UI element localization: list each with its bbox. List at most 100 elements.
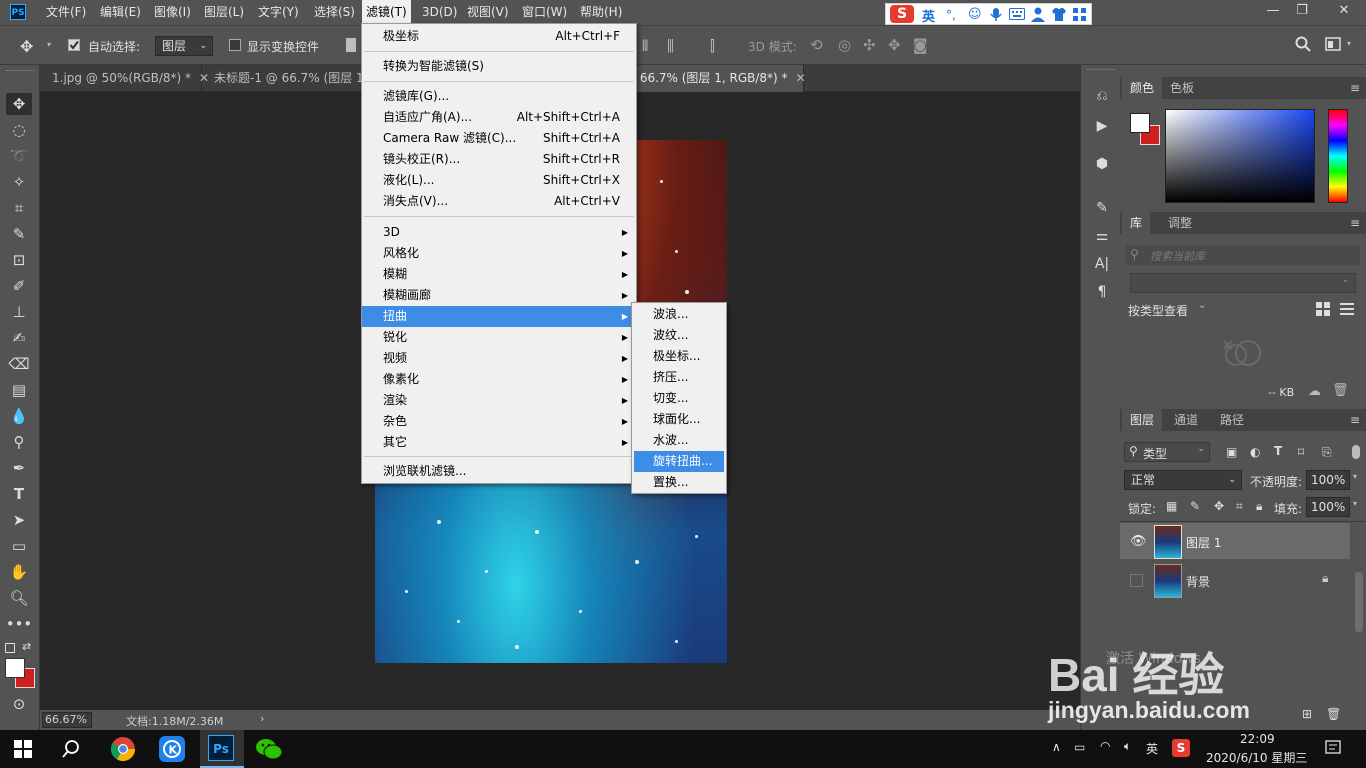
menu-item-filter-gallery[interactable]: 滤镜库(G)... [362,86,636,107]
menu-item-distort[interactable]: 扭曲 ▶ [362,306,636,327]
menu-item-pixelate[interactable]: 像素化 ▶ [362,369,636,390]
tab-channels[interactable]: 通道 [1166,409,1206,431]
menu-item-video[interactable]: 视频 ▶ [362,348,636,369]
cloud-sync-icon[interactable]: ☁ [1308,384,1321,399]
grid-view-icon[interactable] [1316,302,1330,316]
distribute-icon[interactable]: ⫴ [642,37,648,55]
menu-item-noise[interactable]: 杂色 ▶ [362,411,636,432]
menu-item-camera-raw[interactable]: Camera Raw 滤镜(C)... Shift+Ctrl+A [362,128,636,149]
filter-shape-icon[interactable]: ⌑ [1298,445,1304,459]
drag-3d-icon[interactable]: ✣ [863,36,876,54]
zoom-field[interactable]: 66.67% [42,712,92,728]
doc-tab-1[interactable]: 1.jpg @ 50%(RGB/8*) * ✕ [40,65,209,92]
close-icon[interactable]: ✕ [796,71,806,85]
kugou-icon[interactable]: K [158,735,186,763]
list-view-icon[interactable] [1340,302,1354,316]
character-icon[interactable]: A| [1093,255,1111,273]
chevron-down-icon[interactable]: ▾ [1353,472,1357,481]
marquee-tool-icon[interactable]: ◌ [6,119,32,141]
dodge-tool-icon[interactable]: ⚲ [6,431,32,453]
library-select-dropdown[interactable]: ⌄ [1130,273,1356,293]
grid-icon[interactable] [1073,8,1086,21]
filter-smart-object-icon[interactable]: ⎘ [1322,445,1332,460]
menu-item-adaptive-wide-angle[interactable]: 自适应广角(A)... Alt+Shift+Ctrl+A [362,107,636,128]
crop-tool-icon[interactable]: ⌗ [6,197,32,219]
workspace-icon[interactable] [1325,37,1341,51]
fill-input[interactable]: 100% [1306,497,1350,517]
menu-edit[interactable]: 编辑(E) [96,0,145,25]
auto-align-icon[interactable]: ⫿ [710,37,715,55]
tab-layers[interactable]: 图层 [1122,409,1163,431]
chrome-icon[interactable] [109,735,137,763]
layer-row-layer1[interactable]: 👁︎ 图层 1 [1120,523,1350,559]
photoshop-app-icon[interactable]: PS [10,4,26,20]
move-tool-icon[interactable]: ✥ [6,93,32,115]
strip-grip[interactable] [1087,69,1115,70]
taskbar-photoshop-active[interactable]: Ps [200,730,244,768]
play-actions-icon[interactable]: ▶ [1093,117,1111,135]
history-brush-icon[interactable]: ✍ [6,327,32,349]
lasso-tool-icon[interactable]: ➰ [6,145,32,167]
chevron-up-icon[interactable]: ∧ [1052,740,1061,754]
layer-filter-dropdown[interactable]: ⚲ 类型 ⌄ [1124,442,1210,462]
blend-mode-dropdown[interactable]: 正常 ⌄ [1124,470,1242,490]
layer-name[interactable]: 图层 1 [1186,534,1221,551]
menu-item-polar-last[interactable]: 极坐标 Alt+Ctrl+F [362,26,636,47]
smile-icon[interactable]: ☺ [968,7,982,22]
doc-tab-3[interactable]: @ 66.7% (图层 1, RGB/8*) * ✕ [622,65,806,92]
library-search-input[interactable]: ⚲ 搜索当前库 [1126,245,1360,265]
user-icon[interactable] [1031,7,1045,22]
brush-settings-icon[interactable]: ✎ [1093,199,1111,217]
color-spectrum-field[interactable] [1165,109,1315,203]
menu-select[interactable]: 选择(S) [310,0,359,25]
close-icon[interactable]: ✕ [1330,0,1358,22]
visibility-empty-box[interactable] [1130,574,1143,587]
menu-item-lens-correction[interactable]: 镜头校正(R)... Shift+Ctrl+R [362,149,636,170]
tab-color[interactable]: 颜色 [1122,77,1163,99]
lock-all-icon[interactable]: 🔒︎ [1256,499,1262,514]
layers-scrollbar[interactable] [1355,572,1363,632]
clock-time[interactable]: 22:09 [1240,732,1275,746]
eyedropper-icon[interactable]: ✎ [6,223,32,245]
panel-menu-icon[interactable]: ≡ [1350,413,1360,427]
chevron-down-icon[interactable]: ▾ [1347,39,1351,48]
path-selection-icon[interactable]: ➤ [6,509,32,531]
eraser-tool-icon[interactable]: ⌫ [6,353,32,375]
distribute-center-icon[interactable]: ⫼ [667,37,674,55]
quick-mask-icon[interactable]: ⊙ [6,693,32,715]
minimize-icon[interactable]: — [1259,0,1287,22]
3d-cube-icon[interactable]: ⬢ [1093,155,1111,173]
toolbar-grip[interactable] [6,70,34,74]
auto-select-checkbox[interactable] [68,39,80,51]
display-icon[interactable]: ▭ [1074,740,1085,754]
lock-transparent-icon[interactable]: ▦ [1166,499,1177,513]
menu-file[interactable]: 文件(F) [42,0,90,25]
menu-help[interactable]: 帮助(H) [576,0,626,25]
submenu-item-ripple[interactable]: 波纹... [632,325,726,346]
tab-adjustments[interactable]: 调整 [1160,212,1200,234]
search-icon[interactable] [62,740,80,758]
menu-item-sharpen[interactable]: 锐化 ▶ [362,327,636,348]
more-tools-icon[interactable]: ••• [6,613,33,635]
menu-image[interactable]: 图像(I) [150,0,195,25]
wifi-icon[interactable]: ◠ [1100,739,1110,753]
hue-slider[interactable] [1328,109,1348,203]
doc-tab-2[interactable]: 未标题-1 @ 66.7% (图层 1, [202,65,367,92]
align-top-icon[interactable] [346,38,356,52]
menu-item-convert-smart[interactable]: 转换为智能滤镜(S) [362,56,636,77]
volume-icon[interactable]: 🔈︎ [1124,739,1131,754]
healing-brush-icon[interactable]: ⊡ [6,249,32,271]
pen-tool-icon[interactable]: ✒ [6,457,32,479]
swap-colors-icon[interactable]: ⇄ [22,640,31,653]
menu-item-other[interactable]: 其它 ▶ [362,432,636,453]
hand-tool-icon[interactable]: ✋ [6,561,32,583]
filter-pixel-icon[interactable]: ▣ [1226,445,1237,459]
menu-window[interactable]: 窗口(W) [518,0,571,25]
submenu-item-polar-coordinates[interactable]: 极坐标... [632,346,726,367]
submenu-item-shear[interactable]: 切变... [632,388,726,409]
move-tool-icon[interactable]: ✥ [20,37,33,56]
menu-item-stylize[interactable]: 风格化 ▶ [362,243,636,264]
keyboard-icon[interactable] [1009,8,1025,20]
menu-type[interactable]: 文字(Y) [254,0,303,25]
submenu-item-displace[interactable]: 置换... [632,472,726,493]
